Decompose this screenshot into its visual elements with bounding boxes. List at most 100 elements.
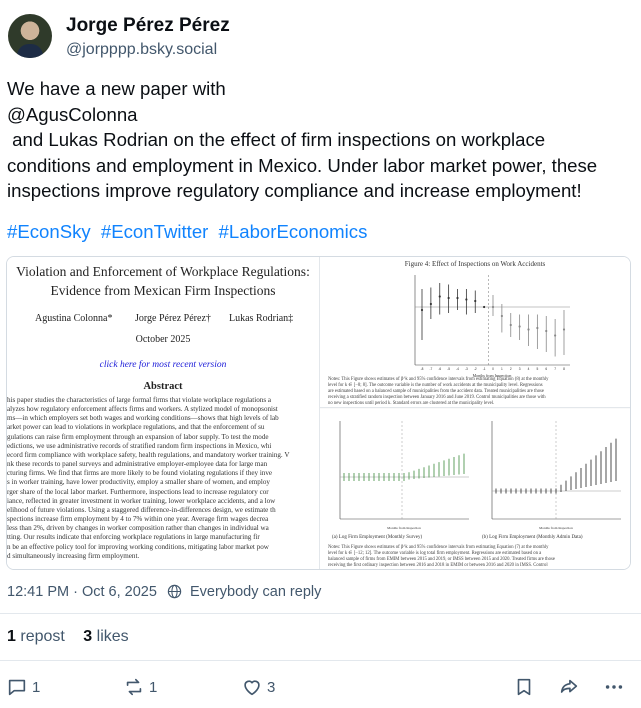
divider <box>0 660 641 661</box>
x-tick-label: -8 <box>421 367 424 371</box>
paper-date: October 2025 <box>135 334 191 345</box>
hashtag-list: #EconSky #EconTwitter #LaborEconomics <box>7 219 372 244</box>
repost-button[interactable]: 1 <box>123 672 157 702</box>
image-embed: Violation and Enforcement of Workplace R… <box>6 256 631 570</box>
author-name[interactable]: Jorge Pérez Pérez <box>66 15 230 37</box>
globe-icon <box>167 584 182 603</box>
abstract-line: ms—in which employers set both wages and… <box>7 414 279 423</box>
estimate-point <box>518 325 521 328</box>
post-timestamp-row: 12:41 PM · Oct 6, 2025 Everybody can rep… <box>7 584 321 603</box>
abstract-line: tting. Our results indicate that enforci… <box>7 533 260 542</box>
x-tick-label: -7 <box>429 367 432 371</box>
divider <box>0 613 641 614</box>
estimate-point <box>554 334 557 337</box>
avatar[interactable] <box>8 14 52 58</box>
estimate-point <box>509 323 512 327</box>
abstract-line: rger share of the local labor market. Fu… <box>7 487 269 496</box>
paper-first-page-image[interactable]: Violation and Enforcement of Workplace R… <box>7 257 320 569</box>
share-icon <box>557 676 581 698</box>
paper-author: Lukas Rodrian‡ <box>229 313 294 324</box>
x-axis-label: Months from Inspection <box>539 526 573 530</box>
estimate-point <box>429 302 432 306</box>
subfigure-caption-b: (b) Log Firm Employment (Monthly Admin D… <box>482 535 583 540</box>
paper-title-line-1: Violation and Enforcement of Workplace R… <box>16 264 310 279</box>
author-handle[interactable]: @jorpppp.bsky.social <box>66 41 217 59</box>
figure-title: Figure 4: Effect of Inspections on Work … <box>404 260 546 268</box>
abstract-line: gulations can raise firm employment thro… <box>7 432 269 441</box>
estimate-point <box>483 305 486 309</box>
paper-figures-image[interactable]: Figure 4: Effect of Inspections on Work … <box>320 257 630 569</box>
post-timestamp[interactable]: 12:41 PM · Oct 6, 2025 <box>7 584 157 600</box>
estimate-point <box>536 326 539 330</box>
abstract-line: spections increase firm employment by 4 … <box>7 515 269 524</box>
abstract-text: his paper studies the characteristics of… <box>7 396 319 561</box>
x-tick-label: -6 <box>438 367 441 371</box>
like-button[interactable]: 3 <box>241 672 275 702</box>
abstract-heading: Abstract <box>143 381 183 392</box>
figure-notes: Notes: This Figure shows estimates of β^… <box>328 545 624 569</box>
ellipsis-icon <box>603 676 625 698</box>
hashtag-link[interactable]: #EconTwitter <box>101 221 208 242</box>
x-tick-label: -1 <box>483 367 486 371</box>
reply-setting: Everybody can reply <box>189 584 322 600</box>
estimate-point <box>562 328 566 331</box>
x-tick-label: -5 <box>447 367 450 371</box>
estimate-point <box>420 308 424 312</box>
x-tick-label: 3 <box>519 367 521 371</box>
like-count: 3 <box>267 678 276 696</box>
engagement-counts: 1 repost 3 likes <box>7 628 129 646</box>
x-tick-label: -2 <box>474 367 477 371</box>
share-button[interactable] <box>557 672 581 702</box>
reply-icon <box>6 676 28 698</box>
x-tick-label: 0 <box>492 367 494 371</box>
accidents-event-study-chart: -8 -7 -6 -5 -4 -3 -2 -1 0 1 2 3 4 5 6 7 8 Months from In… <box>414 275 570 378</box>
figure-employment: Months from Inspection Months from Inspe… <box>320 409 630 569</box>
estimate-point <box>527 328 530 331</box>
likes-count: 3 <box>83 628 93 645</box>
abstract-line: alyzes how regulatory enforcement affect… <box>7 405 278 414</box>
x-tick-label: 5 <box>536 367 538 371</box>
estimate-point <box>438 295 441 298</box>
paper-version-link: click here for most recent version <box>99 360 227 370</box>
abstract-line: arket power can lead to violations in wo… <box>7 423 265 432</box>
abstract-line: his paper studies the characteristics of… <box>7 396 272 404</box>
employment-survey-chart: Months from Inspection <box>339 421 469 530</box>
heart-icon <box>241 676 263 698</box>
estimate-point <box>491 305 495 309</box>
paper-author: Jorge Pérez Pérez† <box>135 313 211 324</box>
repost-icon <box>123 676 145 698</box>
abstract-line: d simultaneously increasing firm employm… <box>7 551 140 560</box>
x-tick-label: 6 <box>545 367 547 371</box>
employment-admin-chart: Months from Inspection <box>491 421 621 530</box>
likes-label: likes <box>96 628 129 645</box>
x-tick-label: 4 <box>528 367 530 371</box>
more-options-button[interactable] <box>603 672 625 702</box>
post-header: Jorge Pérez Pérez @jorpppp.bsky.social <box>8 12 628 62</box>
reply-button[interactable]: 1 <box>6 672 40 702</box>
estimate-point <box>456 296 459 300</box>
estimate-point <box>447 296 450 300</box>
figure-work-accidents: Figure 4: Effect of Inspections on Work … <box>320 257 630 408</box>
x-tick-label: 8 <box>563 367 565 371</box>
figure-note-line: receiving the first ordinary inspection … <box>328 563 548 568</box>
figure-notes: Notes: This Figure shows estimates of β^… <box>328 377 624 407</box>
reposts-stat[interactable]: 1 repost <box>7 628 65 645</box>
abstract-line: edictions, we use administrative records… <box>7 441 272 450</box>
bookmark-button[interactable] <box>513 672 535 702</box>
x-axis-label: Months from Inspection <box>387 526 421 530</box>
estimate-point <box>465 298 468 301</box>
bookmark-icon <box>513 676 535 698</box>
action-bar: 1 1 3 <box>0 672 641 702</box>
x-tick-label: 2 <box>510 367 512 371</box>
x-tick-label: -3 <box>465 367 468 371</box>
abstract-line: n be an effective policy tool for improv… <box>7 542 269 551</box>
likes-stat[interactable]: 3 likes <box>83 628 128 645</box>
post-text: We have a new paper with @AgusColonna an… <box>7 78 598 201</box>
abstract-line: nk these records to panel surveys and ad… <box>7 460 268 469</box>
abstract-line: elihood of future violations. Using a st… <box>7 505 276 514</box>
estimate-point <box>474 299 477 303</box>
x-tick-label: 1 <box>501 367 503 371</box>
hashtag-link[interactable]: #LaborEconomics <box>219 221 368 242</box>
paper-author: Agustina Colonna* <box>35 313 113 324</box>
hashtag-link[interactable]: #EconSky <box>7 221 91 242</box>
